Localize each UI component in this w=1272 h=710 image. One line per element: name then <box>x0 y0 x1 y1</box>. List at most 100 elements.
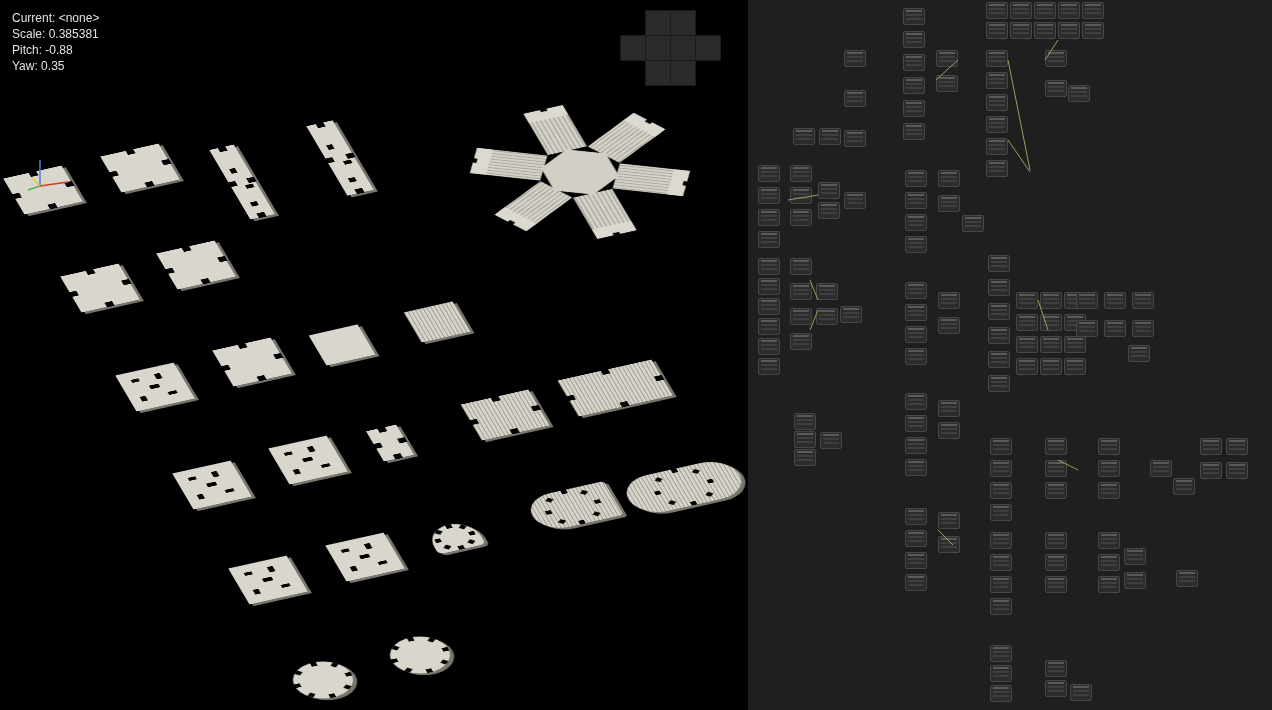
graph-node[interactable] <box>1082 22 1104 39</box>
graph-node[interactable] <box>905 530 927 547</box>
tile-piece[interactable] <box>325 533 404 582</box>
graph-node[interactable] <box>844 90 866 107</box>
graph-node[interactable] <box>758 358 780 375</box>
graph-node[interactable] <box>1176 570 1198 587</box>
graph-node[interactable] <box>1058 22 1080 39</box>
graph-node[interactable] <box>1200 462 1222 479</box>
graph-node[interactable] <box>1064 358 1086 375</box>
graph-node[interactable] <box>1045 576 1067 593</box>
graph-node[interactable] <box>988 375 1010 392</box>
graph-node[interactable] <box>905 459 927 476</box>
minimap-cell[interactable] <box>695 35 721 61</box>
tile-piece[interactable] <box>212 338 291 387</box>
tile-piece[interactable] <box>433 81 728 262</box>
graph-node[interactable] <box>988 303 1010 320</box>
graph-node[interactable] <box>790 333 812 350</box>
graph-node[interactable] <box>1082 2 1104 19</box>
graph-node[interactable] <box>758 318 780 335</box>
graph-node[interactable] <box>905 214 927 231</box>
graph-node[interactable] <box>1226 438 1248 455</box>
graph-node[interactable] <box>903 100 925 117</box>
graph-node[interactable] <box>1045 482 1067 499</box>
graph-node[interactable] <box>1040 314 1062 331</box>
tile-piece[interactable] <box>309 324 376 365</box>
graph-node[interactable] <box>1034 22 1056 39</box>
tile-piece[interactable] <box>100 144 179 193</box>
minimap-cell[interactable] <box>645 35 671 61</box>
graph-node[interactable] <box>990 532 1012 549</box>
graph-node[interactable] <box>905 282 927 299</box>
graph-node[interactable] <box>988 279 1010 296</box>
graph-node[interactable] <box>986 138 1008 155</box>
graph-node[interactable] <box>988 327 1010 344</box>
graph-node[interactable] <box>758 278 780 295</box>
graph-node[interactable] <box>905 393 927 410</box>
graph-node[interactable] <box>1098 554 1120 571</box>
minimap-cell[interactable] <box>645 10 671 36</box>
graph-node[interactable] <box>903 54 925 71</box>
graph-node[interactable] <box>1128 345 1150 362</box>
graph-node[interactable] <box>1010 2 1032 19</box>
graph-node[interactable] <box>905 437 927 454</box>
graph-node[interactable] <box>903 8 925 25</box>
graph-node[interactable] <box>758 209 780 226</box>
graph-node[interactable] <box>790 258 812 275</box>
graph-node[interactable] <box>903 77 925 94</box>
tile-piece[interactable] <box>228 556 307 605</box>
graph-node[interactable] <box>1045 532 1067 549</box>
graph-node[interactable] <box>905 348 927 365</box>
graph-node[interactable] <box>938 536 960 553</box>
graph-node[interactable] <box>1016 358 1038 375</box>
tile-piece[interactable] <box>424 520 485 555</box>
graph-node[interactable] <box>844 192 866 209</box>
minimap-cell[interactable] <box>620 35 646 61</box>
graph-node[interactable] <box>990 438 1012 455</box>
graph-node[interactable] <box>790 209 812 226</box>
graph-node[interactable] <box>1150 460 1172 477</box>
viewport-3d[interactable]: Current: <none>Scale: 0.385381Pitch: -0.… <box>0 0 748 710</box>
tile-piece[interactable] <box>382 631 459 678</box>
minimap-cell[interactable] <box>645 60 671 86</box>
node-graph[interactable] <box>748 0 1272 710</box>
tile-piece[interactable] <box>172 461 251 510</box>
graph-node[interactable] <box>1045 660 1067 677</box>
graph-node[interactable] <box>990 460 1012 477</box>
graph-node[interactable] <box>903 123 925 140</box>
graph-node[interactable] <box>844 130 866 147</box>
graph-node[interactable] <box>790 283 812 300</box>
tile-piece[interactable] <box>285 656 362 703</box>
tile-piece[interactable] <box>156 241 235 290</box>
graph-node[interactable] <box>1016 336 1038 353</box>
graph-node[interactable] <box>1045 80 1067 97</box>
graph-node[interactable] <box>1045 680 1067 697</box>
graph-node[interactable] <box>903 31 925 48</box>
tile-piece[interactable] <box>366 425 414 462</box>
graph-node[interactable] <box>986 116 1008 133</box>
tile-piece[interactable] <box>461 389 550 440</box>
graph-node[interactable] <box>990 645 1012 662</box>
graph-node[interactable] <box>758 258 780 275</box>
graph-node[interactable] <box>1016 292 1038 309</box>
graph-node[interactable] <box>1076 320 1098 337</box>
tile-piece[interactable] <box>618 457 748 518</box>
graph-node[interactable] <box>794 413 816 430</box>
graph-node[interactable] <box>758 231 780 248</box>
graph-node[interactable] <box>1016 314 1038 331</box>
tile-piece[interactable] <box>209 145 274 220</box>
graph-node[interactable] <box>990 685 1012 702</box>
graph-node[interactable] <box>990 576 1012 593</box>
graph-node[interactable] <box>990 665 1012 682</box>
graph-node[interactable] <box>790 187 812 204</box>
graph-node[interactable] <box>790 308 812 325</box>
graph-node[interactable] <box>1098 576 1120 593</box>
graph-node[interactable] <box>938 170 960 187</box>
graph-node[interactable] <box>818 182 840 199</box>
graph-node[interactable] <box>990 598 1012 615</box>
graph-node[interactable] <box>1098 438 1120 455</box>
graph-node[interactable] <box>1010 22 1032 39</box>
graph-node[interactable] <box>905 304 927 321</box>
graph-node[interactable] <box>1098 460 1120 477</box>
graph-node[interactable] <box>986 94 1008 111</box>
graph-node[interactable] <box>905 170 927 187</box>
graph-node[interactable] <box>905 574 927 591</box>
